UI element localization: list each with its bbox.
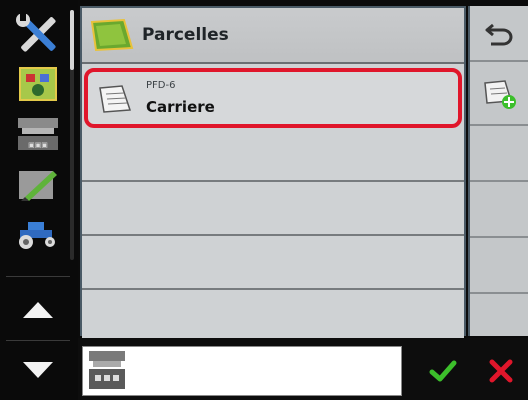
sidebar: ▣▣▣ — [0, 0, 78, 400]
document-icon — [99, 85, 132, 113]
spreader-preview-icon — [89, 351, 125, 389]
empty-button[interactable] — [470, 240, 528, 294]
cancel-button[interactable] — [474, 346, 528, 396]
fields-panel: Parcelles PFD-6 Carriere — [80, 6, 466, 344]
tractor-button[interactable] — [10, 214, 66, 254]
list-item[interactable] — [82, 290, 464, 344]
field-name: Carriere — [146, 98, 215, 116]
field-icon-wrap — [90, 18, 134, 56]
empty-button[interactable] — [470, 184, 528, 238]
document-icon-wrap — [98, 84, 132, 118]
scroll-down-button[interactable] — [10, 350, 66, 390]
field-edit-icon — [19, 171, 57, 201]
field-icon — [90, 18, 134, 52]
add-field-button[interactable] — [470, 64, 528, 126]
confirm-button[interactable] — [418, 346, 468, 396]
list-item[interactable] — [82, 182, 464, 236]
page-title: Parcelles — [142, 25, 229, 45]
bottom-bar — [78, 338, 528, 400]
machine-preview — [82, 346, 402, 396]
field-list: PFD-6 Carriere — [82, 66, 464, 344]
field-code: PFD-6 — [146, 80, 176, 91]
tools-button[interactable] — [10, 10, 66, 58]
svg-text:▣▣▣: ▣▣▣ — [28, 141, 48, 149]
empty-button[interactable] — [470, 128, 528, 182]
back-icon — [485, 23, 513, 46]
list-item[interactable] — [82, 128, 464, 182]
right-toolbar — [468, 6, 528, 336]
arrow-up-icon — [23, 302, 53, 318]
tools-icon — [16, 14, 56, 52]
scroll-thumb[interactable] — [70, 10, 74, 70]
field-edit-button[interactable] — [10, 162, 66, 206]
add-field-icon — [484, 80, 516, 109]
separator — [6, 340, 70, 341]
arrow-down-icon — [23, 362, 53, 378]
check-icon — [429, 360, 457, 382]
list-item-selected[interactable]: PFD-6 Carriere — [84, 68, 462, 128]
spreader-button[interactable]: ▣▣▣ — [10, 112, 66, 156]
scroll-up-button[interactable] — [10, 290, 66, 330]
sidebar-scrollbar[interactable] — [70, 10, 74, 260]
list-item[interactable] — [82, 236, 464, 290]
field-map-button[interactable] — [10, 62, 66, 106]
separator — [6, 276, 70, 277]
tractor-icon — [19, 222, 55, 249]
spreader-icon: ▣▣▣ — [18, 118, 58, 150]
panel-header: Parcelles — [82, 8, 464, 64]
field-map-icon — [19, 67, 57, 101]
back-button[interactable] — [470, 6, 528, 62]
close-icon — [489, 359, 513, 383]
